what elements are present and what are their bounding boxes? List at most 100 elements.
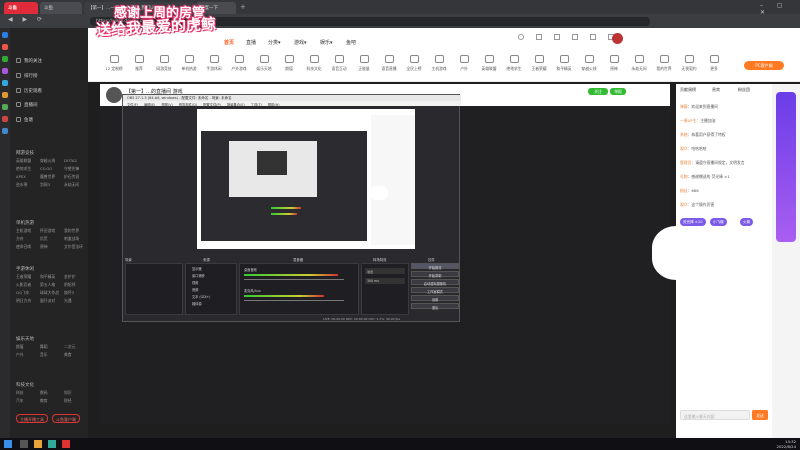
source-row[interactable]: 视频 [192, 280, 198, 285]
category-item[interactable]: 永劫无间 [629, 55, 649, 72]
exit-button[interactable]: 退出 [411, 303, 459, 310]
settings-button[interactable]: 设置 [411, 295, 459, 302]
section-cell[interactable]: 知识 [64, 390, 72, 396]
nav-category[interactable]: 分类▾ [268, 39, 281, 46]
section-cell[interactable]: QQ飞车 [16, 290, 30, 296]
audio-mixer[interactable]: 桌面音频 麦克风/Aux [239, 263, 359, 315]
category-item[interactable]: 户外游戏 [229, 55, 249, 72]
windows-start-icon[interactable] [4, 440, 12, 448]
source-row[interactable]: 显示器 [192, 266, 202, 271]
history-icon[interactable] [572, 34, 578, 40]
section-cell[interactable]: 剑网3 [40, 182, 50, 188]
section-cell[interactable]: 颜值 [16, 344, 24, 350]
start-stream-button[interactable]: 开始推流 [411, 263, 459, 270]
category-item[interactable]: 主机游戏 [429, 55, 449, 72]
category-item[interactable]: 穿越火线 [579, 55, 599, 72]
category-item[interactable]: 语音直播 [379, 55, 399, 72]
section-cell[interactable]: 怀旧游戏 [40, 228, 55, 234]
avatar[interactable] [612, 33, 623, 44]
section-cell[interactable]: 财经 [64, 398, 72, 404]
rail-app-icon[interactable] [2, 56, 8, 62]
message-icon[interactable] [554, 34, 560, 40]
chat-input[interactable]: 这里输入聊天内容 [680, 410, 750, 420]
rail-app-icon[interactable] [2, 92, 8, 98]
section-cell[interactable]: CS:GO [40, 166, 52, 171]
category-item[interactable]: 全民上榜 [404, 55, 424, 72]
scenes-list[interactable] [125, 263, 183, 315]
transition-select[interactable]: 淡出 [365, 268, 405, 274]
section-cell[interactable]: APEX [16, 174, 26, 179]
category-item[interactable]: 科技文化 [304, 55, 324, 72]
category-item[interactable]: 娱乐天地 [254, 55, 274, 72]
section-cell[interactable]: 数码 [40, 390, 48, 396]
section-cell[interactable]: 教育 [40, 398, 48, 404]
section-cell[interactable]: 使命召唤 [16, 244, 31, 250]
nav-entertainment[interactable]: 娱乐▾ [320, 39, 333, 46]
section-cell[interactable]: 饥荒 [40, 236, 48, 242]
section-cell[interactable]: 第五人格 [40, 282, 55, 288]
section-cell[interactable]: 球球大作战 [40, 290, 59, 296]
taskbar-app-icon[interactable] [62, 440, 70, 448]
nav-fishpond[interactable]: 鱼塘 [16, 117, 33, 123]
category-item[interactable]: 英雄联盟 [479, 55, 499, 72]
section-cell[interactable]: 音乐 [40, 352, 48, 358]
section-cell[interactable]: 王者荣耀 [16, 274, 31, 280]
category-item[interactable]: 户外 [454, 55, 474, 72]
section-cell[interactable]: 艾尔登法环 [64, 244, 83, 250]
section-cell[interactable]: 魔兽世界 [40, 174, 55, 180]
rail-app-icon[interactable] [2, 128, 8, 134]
client-download-button[interactable]: 斗鱼客户端 [52, 414, 80, 423]
pc-client-button[interactable]: PC客户端 [744, 61, 784, 70]
nav-yuba[interactable]: 鱼吧 [346, 39, 356, 46]
rail-app-icon[interactable] [2, 32, 8, 38]
nav-arrows-icon[interactable]: ◀ ▶ ⟳ [8, 16, 46, 23]
obs-menu-item[interactable]: 视图(V) [161, 103, 172, 107]
section-cell[interactable]: 崩坏3 [64, 290, 74, 296]
section-cell[interactable]: 二次元 [64, 344, 75, 350]
section-cell[interactable]: 守望先锋 [64, 166, 79, 172]
browser-tab-0[interactable]: 斗鱼 [40, 2, 82, 14]
rail-app-icon[interactable] [2, 104, 8, 110]
new-tab-icon[interactable]: + [240, 3, 246, 11]
rail-app-icon[interactable] [2, 116, 8, 122]
section-cell[interactable]: 火影忍者 [16, 282, 31, 288]
nav-follow[interactable]: 我的关注 [16, 58, 42, 64]
category-item[interactable]: 原神 [604, 55, 624, 72]
send-button[interactable]: 发送 [752, 410, 768, 420]
chat-username[interactable]: 粉丝 [680, 188, 688, 193]
nav-room[interactable]: 直播间 [16, 102, 38, 108]
nav-history[interactable]: 历史观看 [16, 88, 42, 94]
section-cell[interactable]: 蛋仔派对 [40, 298, 55, 304]
category-item[interactable]: 正能量 [354, 55, 374, 72]
chat-username[interactable]: 系统 [680, 132, 688, 137]
section-cell[interactable]: 我的世界 [64, 228, 79, 234]
studio-mode-button[interactable]: 工作室模式 [411, 287, 459, 294]
source-row[interactable]: 媒体源 [192, 301, 202, 306]
obs-menu-item[interactable]: 停靠部件(D) [179, 103, 197, 107]
taskbar-app-icon[interactable] [20, 440, 28, 448]
follow-button[interactable]: 关注 [588, 88, 608, 95]
section-cell[interactable]: 永劫无间 [64, 182, 79, 188]
mic-volume-slider[interactable] [244, 300, 344, 302]
chat-username[interactable]: 观众 [680, 202, 688, 207]
duration-input[interactable]: 300 ms [365, 278, 405, 284]
section-cell[interactable]: 逆水寒 [16, 182, 27, 188]
section-cell[interactable]: 炉石传说 [64, 174, 79, 180]
section-cell[interactable]: 舞蹈 [40, 344, 48, 350]
virtual-camera-button[interactable]: 启动虚拟摄像机 [411, 279, 459, 286]
section-cell[interactable]: 阴阳师 [64, 282, 75, 288]
desktop-volume-slider[interactable] [244, 279, 344, 281]
streamer-tool-button[interactable]: 主播开播工具 [16, 414, 48, 423]
section-cell[interactable]: 主机游戏 [16, 228, 31, 234]
chat-username[interactable]: 观众 [680, 146, 688, 151]
obs-menu-item[interactable]: 文件(F) [127, 103, 138, 107]
nav-live[interactable]: 直播 [246, 39, 256, 46]
download-icon[interactable] [536, 34, 542, 40]
report-button[interactable]: 举报 [610, 88, 626, 95]
obs-menu-item[interactable]: 帮助(H) [268, 103, 280, 107]
obs-menu-item[interactable]: 编辑(E) [144, 103, 155, 107]
chat-tab-rank[interactable]: 贡献周榜 [680, 87, 696, 93]
chat-username[interactable]: 礼物 [680, 174, 688, 179]
section-cell[interactable]: 穿越火线 [40, 158, 55, 164]
category-item[interactable]: 王者荣耀 [529, 55, 549, 72]
